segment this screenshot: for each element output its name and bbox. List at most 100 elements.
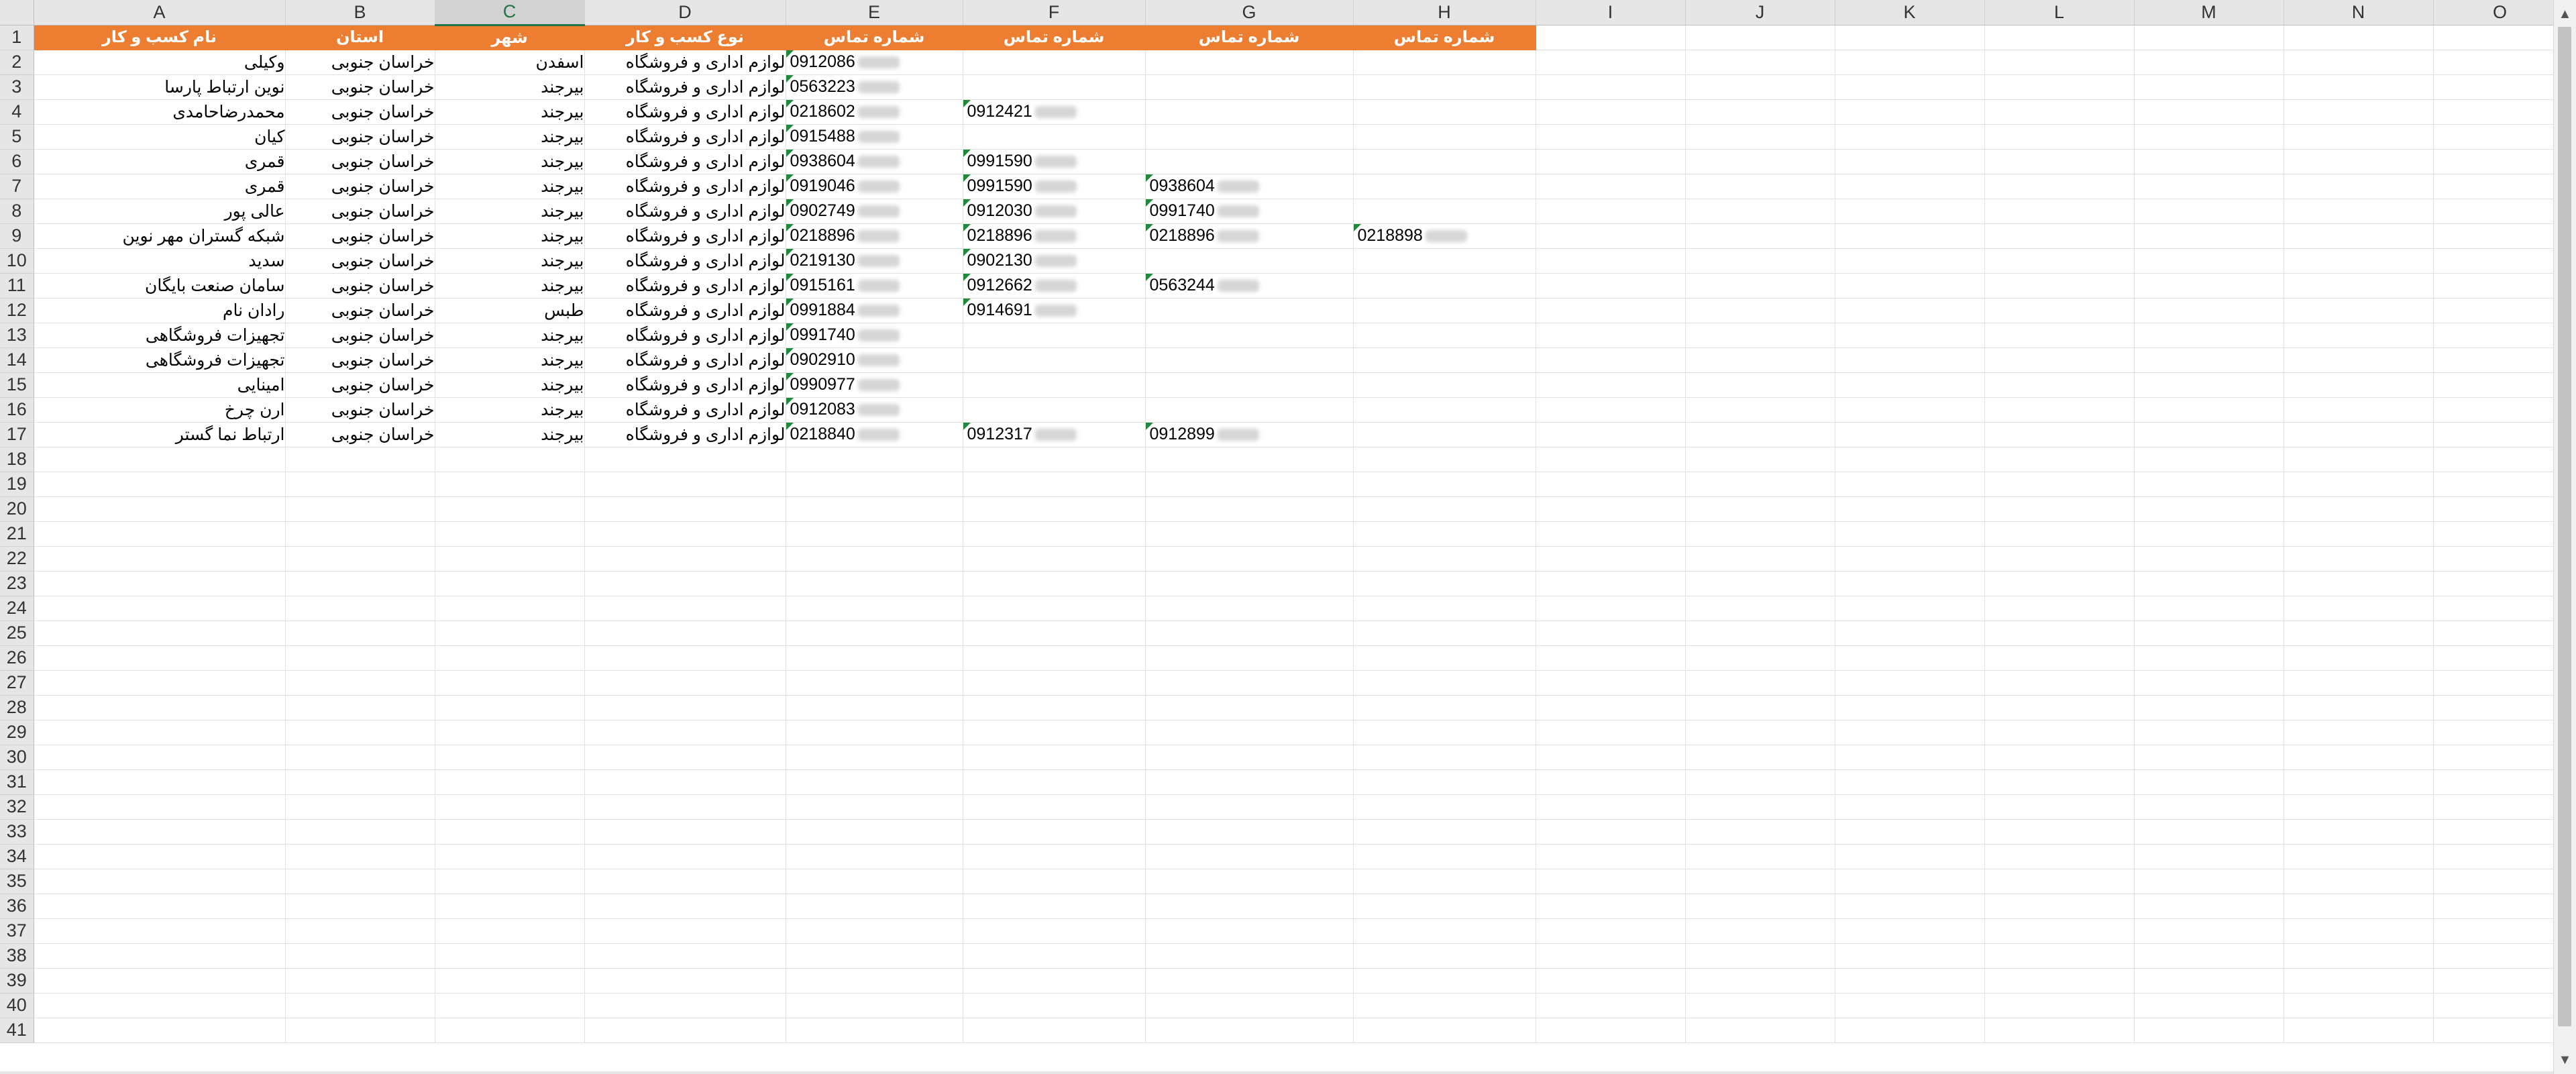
select-all-corner[interactable]: [0, 0, 34, 25]
empty-cell[interactable]: [1536, 918, 1686, 944]
phone-cell[interactable]: [1353, 347, 1536, 373]
phone-cell[interactable]: [1353, 273, 1536, 299]
row-header[interactable]: 13: [0, 323, 34, 348]
empty-cell[interactable]: [786, 546, 963, 572]
business-name-cell[interactable]: عالی پور: [34, 199, 286, 224]
empty-cell[interactable]: [1145, 894, 1354, 919]
empty-cell[interactable]: [2284, 298, 2434, 323]
empty-cell[interactable]: [2134, 347, 2284, 373]
empty-cell[interactable]: [2134, 819, 2284, 845]
empty-cell[interactable]: [584, 447, 786, 472]
empty-cell[interactable]: [1353, 943, 1536, 969]
business-type-cell[interactable]: لوازم اداری و فروشگاه: [584, 149, 786, 174]
empty-cell[interactable]: [2284, 50, 2434, 75]
province-cell[interactable]: خراسان جنوبی: [285, 199, 435, 224]
empty-cell[interactable]: [1145, 496, 1354, 522]
empty-cell[interactable]: [1685, 347, 1835, 373]
empty-cell[interactable]: [963, 943, 1146, 969]
empty-cell[interactable]: [1835, 546, 1985, 572]
empty-cell[interactable]: [2433, 769, 2567, 795]
empty-cell[interactable]: [435, 670, 585, 696]
row-header[interactable]: 8: [0, 199, 34, 224]
empty-cell[interactable]: [1984, 298, 2135, 323]
empty-cell[interactable]: [963, 472, 1146, 497]
empty-cell[interactable]: [285, 993, 435, 1018]
empty-cell[interactable]: [2284, 99, 2434, 125]
empty-cell[interactable]: [963, 918, 1146, 944]
business-name-cell[interactable]: سامان صنعت بایگان: [34, 273, 286, 299]
empty-cell[interactable]: [2284, 149, 2434, 174]
empty-cell[interactable]: [1984, 422, 2135, 447]
phone-cell[interactable]: [1145, 124, 1354, 150]
empty-cell[interactable]: [963, 769, 1146, 795]
empty-cell[interactable]: [2134, 174, 2284, 199]
city-cell[interactable]: اسفدن: [435, 50, 585, 75]
empty-cell[interactable]: [1353, 918, 1536, 944]
empty-cell[interactable]: [1984, 174, 2135, 199]
empty-cell[interactable]: [2134, 25, 2284, 50]
empty-cell[interactable]: [1835, 50, 1985, 75]
empty-cell[interactable]: [285, 447, 435, 472]
city-cell[interactable]: بیرجند: [435, 149, 585, 174]
empty-cell[interactable]: [1353, 769, 1536, 795]
empty-cell[interactable]: [1984, 1018, 2135, 1043]
column-header-k[interactable]: K: [1835, 0, 1985, 25]
phone-cell[interactable]: [963, 50, 1146, 75]
empty-cell[interactable]: [1835, 347, 1985, 373]
empty-cell[interactable]: [2284, 645, 2434, 671]
empty-cell[interactable]: [1536, 720, 1686, 745]
empty-cell[interactable]: [1685, 571, 1835, 596]
scroll-up-arrow-icon[interactable]: ▲: [2554, 4, 2576, 24]
empty-cell[interactable]: [1145, 794, 1354, 820]
empty-cell[interactable]: [1536, 968, 1686, 994]
empty-cell[interactable]: [2134, 298, 2284, 323]
phone-cell[interactable]: [963, 372, 1146, 398]
city-cell[interactable]: بیرجند: [435, 273, 585, 299]
empty-cell[interactable]: [1353, 521, 1536, 547]
empty-cell[interactable]: [584, 596, 786, 621]
empty-cell[interactable]: [2433, 372, 2567, 398]
business-type-cell[interactable]: لوازم اداری و فروشگاه: [584, 273, 786, 299]
province-cell[interactable]: خراسان جنوبی: [285, 298, 435, 323]
phone-cell[interactable]: 0919046: [786, 174, 963, 199]
empty-cell[interactable]: [34, 769, 286, 795]
row-header[interactable]: 34: [0, 844, 34, 869]
empty-cell[interactable]: [584, 943, 786, 969]
empty-cell[interactable]: [1984, 447, 2135, 472]
empty-cell[interactable]: [2433, 621, 2567, 646]
empty-cell[interactable]: [1536, 546, 1686, 572]
empty-cell[interactable]: [2134, 894, 2284, 919]
city-cell[interactable]: بیرجند: [435, 347, 585, 373]
business-name-cell[interactable]: ارتباط نما گستر: [34, 422, 286, 447]
empty-cell[interactable]: [2433, 298, 2567, 323]
empty-cell[interactable]: [1835, 918, 1985, 944]
row-header[interactable]: 38: [0, 943, 34, 969]
empty-cell[interactable]: [2433, 745, 2567, 770]
phone-cell[interactable]: 0912662: [963, 273, 1146, 299]
empty-cell[interactable]: [1835, 571, 1985, 596]
empty-cell[interactable]: [34, 521, 286, 547]
empty-cell[interactable]: [2134, 745, 2284, 770]
empty-cell[interactable]: [584, 720, 786, 745]
empty-cell[interactable]: [2284, 372, 2434, 398]
empty-cell[interactable]: [2433, 273, 2567, 299]
empty-cell[interactable]: [1353, 695, 1536, 720]
empty-cell[interactable]: [1685, 496, 1835, 522]
empty-cell[interactable]: [34, 670, 286, 696]
empty-cell[interactable]: [1835, 968, 1985, 994]
empty-cell[interactable]: [34, 894, 286, 919]
row-header[interactable]: 37: [0, 918, 34, 944]
empty-cell[interactable]: [1984, 372, 2135, 398]
empty-cell[interactable]: [1536, 124, 1686, 150]
empty-cell[interactable]: [786, 571, 963, 596]
empty-cell[interactable]: [1835, 372, 1985, 398]
empty-cell[interactable]: [2284, 521, 2434, 547]
empty-cell[interactable]: [2284, 25, 2434, 50]
empty-cell[interactable]: [1353, 720, 1536, 745]
empty-cell[interactable]: [584, 546, 786, 572]
header-cell[interactable]: شماره تماس: [786, 25, 963, 50]
empty-cell[interactable]: [1685, 447, 1835, 472]
empty-cell[interactable]: [1984, 844, 2135, 869]
empty-cell[interactable]: [584, 521, 786, 547]
business-name-cell[interactable]: محمدرضاحامدی: [34, 99, 286, 125]
